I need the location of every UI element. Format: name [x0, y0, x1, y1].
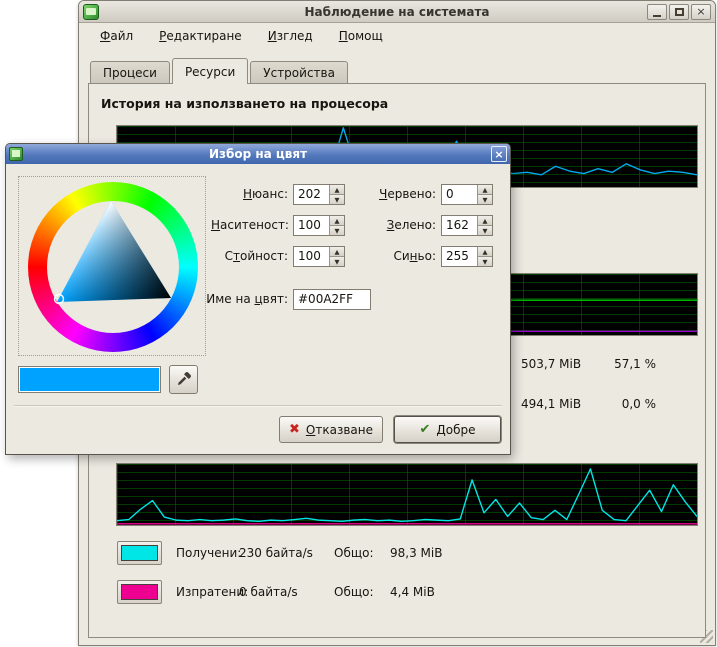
menu-view[interactable]: Изглед: [255, 25, 326, 47]
green-value[interactable]: 162: [442, 216, 477, 235]
desktop: Наблюдение на системата × Файл Редактира…: [0, 0, 717, 647]
eyedropper-button[interactable]: [169, 365, 198, 394]
red-spin-up[interactable]: ▲: [477, 185, 492, 195]
color-preview-frame: [18, 366, 161, 393]
green-spin-buttons: ▲ ▼: [477, 216, 492, 235]
dialog-titlebar[interactable]: Избор на цвят ×: [6, 144, 510, 164]
network-received-row: Получени: 230 байта/s Общо: 98,3 MiB: [117, 541, 442, 565]
sent-label: Изпратени:: [176, 585, 239, 599]
window-title: Наблюдение на системата: [79, 5, 715, 19]
green-spin-up[interactable]: ▲: [477, 216, 492, 226]
ok-icon: ✔: [419, 422, 430, 437]
app-icon: [83, 4, 99, 20]
sent-color-button[interactable]: [117, 580, 162, 604]
value-value[interactable]: 100: [294, 247, 329, 266]
hue-spinbox[interactable]: 202 ▲ ▼: [293, 184, 345, 205]
ok-button[interactable]: ✔ Добре: [394, 416, 501, 443]
tab-devices[interactable]: Устройства: [250, 61, 348, 83]
swap-percent: 0,0 %: [611, 397, 656, 411]
maximize-button[interactable]: [669, 4, 689, 20]
green-spinbox[interactable]: 162 ▲ ▼: [441, 215, 493, 236]
value-spin-buttons: ▲ ▼: [329, 247, 344, 266]
menubar: Файл Редактиране Изглед Помощ: [79, 23, 715, 49]
blue-value[interactable]: 255: [442, 247, 477, 266]
color-wheel[interactable]: [18, 176, 206, 356]
value-label: Стойност:: [211, 246, 288, 267]
hue-label: Нюанс:: [211, 184, 288, 205]
received-label: Получени:: [176, 546, 239, 560]
received-rate: 230 байта/s: [239, 546, 334, 560]
red-spin-down[interactable]: ▼: [477, 195, 492, 204]
value-spin-up[interactable]: ▲: [329, 247, 344, 257]
ok-label: Добре: [436, 423, 475, 437]
green-label: Зелено:: [346, 215, 436, 236]
cancel-label: Отказване: [306, 423, 373, 437]
maximize-icon: [675, 8, 684, 16]
blue-label: Синьо:: [346, 246, 436, 267]
close-icon: ×: [494, 148, 503, 161]
close-button[interactable]: ×: [691, 4, 711, 20]
memory-usage-row: 503,7 MiB 57,1 %: [521, 357, 656, 371]
saturation-value[interactable]: 100: [294, 216, 329, 235]
sent-rate: 0 байта/s: [239, 585, 334, 599]
value-spinbox[interactable]: 100 ▲ ▼: [293, 246, 345, 267]
value-spin-down[interactable]: ▼: [329, 257, 344, 266]
minimize-button[interactable]: [647, 4, 667, 20]
blue-spin-up[interactable]: ▲: [477, 247, 492, 257]
saturation-spin-buttons: ▲ ▼: [329, 216, 344, 235]
cancel-button[interactable]: ✖ Отказване: [279, 416, 383, 443]
swap-amount: 494,1 MiB: [521, 397, 611, 411]
red-spin-buttons: ▲ ▼: [477, 185, 492, 204]
red-label: Червено:: [346, 184, 436, 205]
hue-spin-buttons: ▲ ▼: [329, 185, 344, 204]
saturation-spin-down[interactable]: ▼: [329, 226, 344, 235]
received-color-swatch: [121, 545, 158, 561]
tab-processes[interactable]: Процеси: [90, 61, 170, 83]
memory-amount: 503,7 MiB: [521, 357, 611, 371]
red-value[interactable]: 0: [442, 185, 477, 204]
hue-value[interactable]: 202: [294, 185, 329, 204]
color-name-label: Име на цвят:: [166, 289, 288, 310]
received-color-button[interactable]: [117, 541, 162, 565]
saturation-value-triangle[interactable]: [19, 177, 207, 357]
saturation-spin-up[interactable]: ▲: [329, 216, 344, 226]
color-name-input[interactable]: #00A2FF: [293, 289, 371, 310]
tab-bar: Процеси Ресурси Устройства: [88, 58, 706, 83]
dialog-close-button[interactable]: ×: [491, 146, 507, 162]
menu-file[interactable]: Файл: [87, 25, 146, 47]
received-total-label: Общо:: [334, 546, 384, 560]
blue-spinbox[interactable]: 255 ▲ ▼: [441, 246, 493, 267]
cancel-icon: ✖: [289, 422, 300, 437]
sent-total-label: Общо:: [334, 585, 384, 599]
hue-spin-up[interactable]: ▲: [329, 185, 344, 195]
color-preview: [20, 368, 159, 391]
blue-spin-down[interactable]: ▼: [477, 257, 492, 266]
network-sent-row: Изпратени: 0 байта/s Общо: 4,4 MiB: [117, 580, 435, 604]
memory-percent: 57,1 %: [611, 357, 656, 371]
window-titlebar[interactable]: Наблюдение на системата ×: [79, 1, 715, 23]
close-icon: ×: [696, 5, 705, 18]
dialog-icon: [9, 147, 23, 161]
blue-spin-buttons: ▲ ▼: [477, 247, 492, 266]
minimize-icon: [653, 15, 661, 17]
green-spin-down[interactable]: ▼: [477, 226, 492, 235]
dialog-separator: [14, 405, 502, 407]
menu-help[interactable]: Помощ: [326, 25, 396, 47]
color-picker-dialog: Избор на цвят ×: [5, 143, 511, 455]
window-buttons: ×: [647, 4, 711, 20]
received-total: 98,3 MiB: [390, 546, 442, 560]
eyedropper-icon: [175, 371, 192, 388]
network-history-graph: [116, 463, 698, 526]
swap-usage-row: 494,1 MiB 0,0 %: [521, 397, 656, 411]
saturation-label: Наситеност:: [211, 215, 288, 236]
hue-spin-down[interactable]: ▼: [329, 195, 344, 204]
tab-resources[interactable]: Ресурси: [172, 58, 248, 84]
menu-edit[interactable]: Редактиране: [146, 25, 255, 47]
red-spinbox[interactable]: 0 ▲ ▼: [441, 184, 493, 205]
sent-color-swatch: [121, 584, 158, 600]
cpu-history-title: История на използването на процесора: [101, 96, 388, 111]
dialog-title: Избор на цвят: [6, 147, 510, 161]
sent-total: 4,4 MiB: [390, 585, 435, 599]
saturation-spinbox[interactable]: 100 ▲ ▼: [293, 215, 345, 236]
